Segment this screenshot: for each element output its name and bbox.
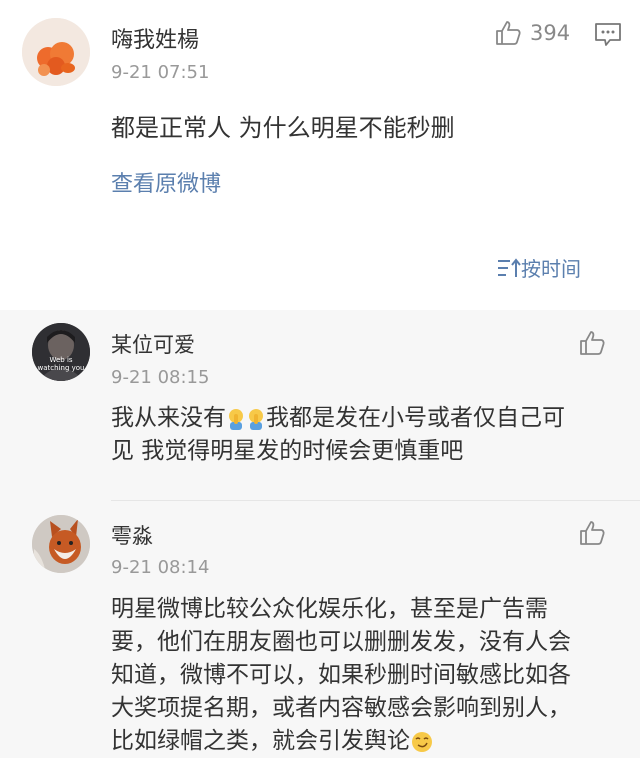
comment-line: 比如绿帽之类，就会引发舆论 — [111, 725, 631, 758]
sort-icon — [498, 257, 521, 277]
post-time: 9-21 07:51 — [111, 62, 210, 83]
post-author-name[interactable]: 嗨我姓楊 — [111, 22, 199, 54]
commenter-avatar[interactable]: Web is watching you — [32, 323, 90, 381]
comment-line: 要，他们在朋友圈也可以删删发发，没有人会 — [111, 629, 571, 655]
comment-time: 9-21 08:14 — [111, 557, 210, 578]
facepalm-emoji — [249, 408, 263, 430]
comment-icon[interactable] — [594, 22, 622, 48]
comment-line: 大奖项提名期，或者内容敏感会影响到别人， — [111, 695, 571, 721]
comment-line: 我从来没有 我都是发在小号或者仅自己可 — [111, 402, 621, 435]
orange-avatar-image — [22, 18, 90, 86]
comment-line: 见 我觉得明星发的时候会更慎重吧 — [111, 438, 464, 464]
post-like-button[interactable]: 394 — [494, 19, 570, 47]
post-text: 都是正常人 为什么明星不能秒删 — [111, 114, 455, 142]
comment-line-text: 我都是发在小号或者仅自己可 — [266, 405, 565, 431]
smirk-emoji — [412, 731, 432, 752]
thumbs-up-icon[interactable] — [578, 329, 606, 357]
commenter-avatar[interactable] — [32, 515, 90, 573]
commenter-name[interactable]: 雩淼 — [111, 520, 153, 550]
comment-time: 9-21 08:15 — [111, 367, 210, 388]
fox-avatar-image — [32, 515, 90, 573]
sort-by-time-button[interactable]: 按时间 — [497, 253, 581, 282]
sort-label: 按时间 — [521, 257, 581, 281]
comment-line: 知道，微博不可以，如果秒删时间敏感比如各 — [111, 662, 571, 688]
avatar-caption: Web is watching you — [37, 356, 85, 372]
view-original-link[interactable]: 查看原微博 — [111, 166, 221, 198]
post-like-count: 394 — [530, 21, 571, 45]
comment-line-text: 比如绿帽之类，就会引发舆论 — [111, 728, 410, 754]
comment-line: 明星微博比较公众化娱乐化，甚至是广告需 — [111, 596, 548, 622]
main-post: 嗨我姓楊 9-21 07:51 394 都是正常人 为什么明星不能秒删 查看原微… — [0, 0, 640, 310]
person-avatar-image — [32, 323, 90, 381]
author-avatar[interactable] — [22, 18, 90, 86]
comment-text: 明星微博比较公众化娱乐化，甚至是广告需 要，他们在朋友圈也可以删删发发，没有人会… — [111, 593, 631, 758]
facepalm-emoji — [229, 408, 243, 430]
thumbs-up-icon — [496, 21, 521, 45]
commenter-name[interactable]: 某位可爱 — [111, 329, 195, 359]
thumbs-up-icon[interactable] — [578, 519, 606, 547]
comment-line-text: 我从来没有 — [111, 405, 226, 431]
comment-text: 我从来没有 我都是发在小号或者仅自己可 见 我觉得明星发的时候会更慎重吧 — [111, 402, 621, 468]
comment-divider — [111, 500, 640, 501]
